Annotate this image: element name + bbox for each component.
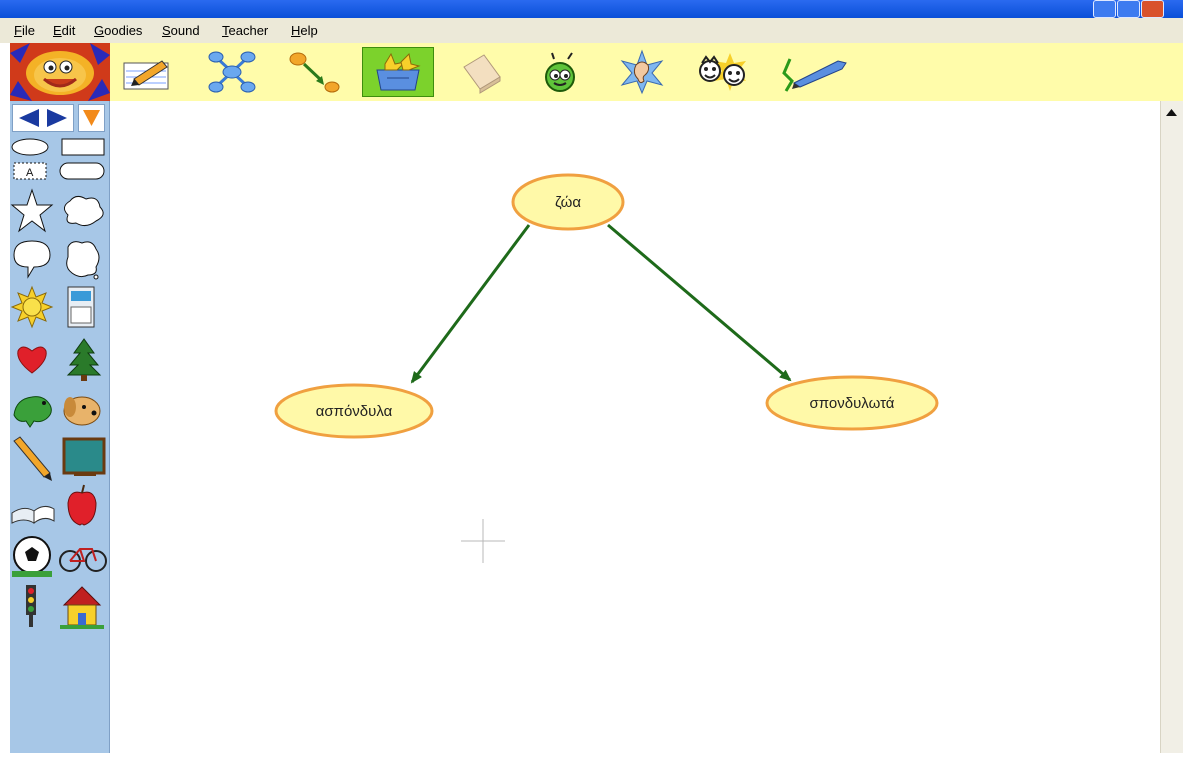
- paintbrush-icon: [782, 58, 847, 92]
- crosshair-cursor-icon: [461, 519, 505, 563]
- tree-icon[interactable]: [66, 338, 102, 381]
- bicycle-icon[interactable]: [59, 548, 107, 572]
- speech-bubble-icon[interactable]: [13, 240, 51, 279]
- toolbar: [110, 43, 1183, 101]
- star-shape-icon[interactable]: [10, 188, 54, 233]
- menu-bar: File Edit Goodies Sound Teacher Help: [0, 18, 1183, 43]
- concept-node-left[interactable]: ασπόνδυλα: [274, 383, 434, 439]
- faces-icon: [699, 53, 746, 91]
- link-arrow-icon: [289, 52, 340, 93]
- close-button[interactable]: [1141, 0, 1164, 18]
- sun-icon[interactable]: [10, 285, 54, 329]
- mind-map-icon: [208, 51, 256, 93]
- minimize-button[interactable]: [1093, 0, 1116, 18]
- vertical-scrollbar[interactable]: [1160, 101, 1183, 753]
- heart-icon[interactable]: [17, 346, 47, 374]
- menu-file[interactable]: File: [14, 23, 35, 38]
- mind-map-tool-button[interactable]: [208, 49, 256, 95]
- link-zoa-asponduла[interactable]: [410, 224, 531, 384]
- goodies-box-icon: [376, 52, 421, 91]
- maximize-button[interactable]: [1117, 0, 1140, 18]
- soccer-ball-icon[interactable]: [12, 536, 52, 577]
- forward-arrow-icon[interactable]: [47, 109, 67, 127]
- menu-edit[interactable]: Edit: [53, 23, 75, 38]
- ear-icon: [620, 49, 664, 95]
- write-tool-button[interactable]: [122, 49, 169, 95]
- sun-face-logo-icon: [10, 43, 110, 101]
- eraser-icon: [463, 54, 501, 94]
- thought-bubble-icon[interactable]: [66, 241, 100, 278]
- traffic-light-icon[interactable]: [26, 585, 36, 627]
- menu-sound[interactable]: Sound: [162, 23, 200, 38]
- dinosaur-icon[interactable]: [13, 396, 52, 428]
- pencil-icon[interactable]: [13, 436, 52, 481]
- concept-node-root-label: ζώα: [555, 194, 581, 211]
- scroll-up-arrow-icon[interactable]: [1163, 105, 1180, 122]
- listen-tool-button[interactable]: [618, 49, 664, 95]
- app-logo[interactable]: [10, 43, 111, 101]
- calculator-icon[interactable]: [67, 286, 95, 328]
- menu-teacher[interactable]: Teacher: [222, 23, 268, 38]
- concept-node-left-label: ασπόνδυλα: [316, 403, 393, 420]
- eraser-tool-button[interactable]: [458, 49, 504, 95]
- symbol-menu-button[interactable]: [78, 104, 105, 132]
- svg-text:A: A: [26, 167, 34, 179]
- wacky-face-icon: [545, 52, 575, 92]
- notepad-pencil-icon: [123, 60, 169, 90]
- goodies-tool-button[interactable]: [362, 47, 434, 97]
- rectangle-shape-icon[interactable]: [61, 138, 105, 156]
- chalkboard-icon[interactable]: [62, 437, 106, 476]
- concept-node-right[interactable]: σπονδυλωτά: [765, 375, 939, 431]
- menu-goodies[interactable]: Goodies: [94, 23, 142, 38]
- concept-map: ζώα ασπόνδυλα σπονδυλωτά: [274, 173, 939, 563]
- nav-arrows: [12, 104, 74, 132]
- triangle-down-icon: [83, 110, 100, 126]
- concept-node-right-label: σπονδυλωτά: [810, 395, 895, 412]
- link-zoa-spondylota[interactable]: [607, 223, 792, 382]
- paint-tool-button[interactable]: [776, 49, 852, 95]
- house-icon[interactable]: [60, 586, 104, 629]
- drawing-canvas[interactable]: ζώα ασπόνδυλα σπονδυλωτά: [110, 101, 1160, 753]
- symbol-sidebar: A: [10, 101, 110, 753]
- shape-palette: A: [11, 138, 105, 180]
- rounded-rectangle-shape-icon[interactable]: [59, 162, 105, 180]
- open-book-icon[interactable]: [11, 505, 55, 525]
- apple-icon[interactable]: [67, 484, 97, 526]
- menu-help[interactable]: Help: [291, 23, 318, 38]
- back-arrow-icon[interactable]: [19, 109, 39, 127]
- dog-icon[interactable]: [63, 396, 101, 426]
- link-tool-button[interactable]: [288, 49, 340, 95]
- faces-tool-button[interactable]: [694, 49, 750, 95]
- oval-shape-icon[interactable]: [11, 138, 49, 156]
- cloud-shape-icon[interactable]: [64, 195, 104, 227]
- concept-node-root[interactable]: ζώα: [511, 173, 625, 231]
- title-bar: [0, 0, 1183, 18]
- wacky-tool-button[interactable]: [538, 49, 584, 95]
